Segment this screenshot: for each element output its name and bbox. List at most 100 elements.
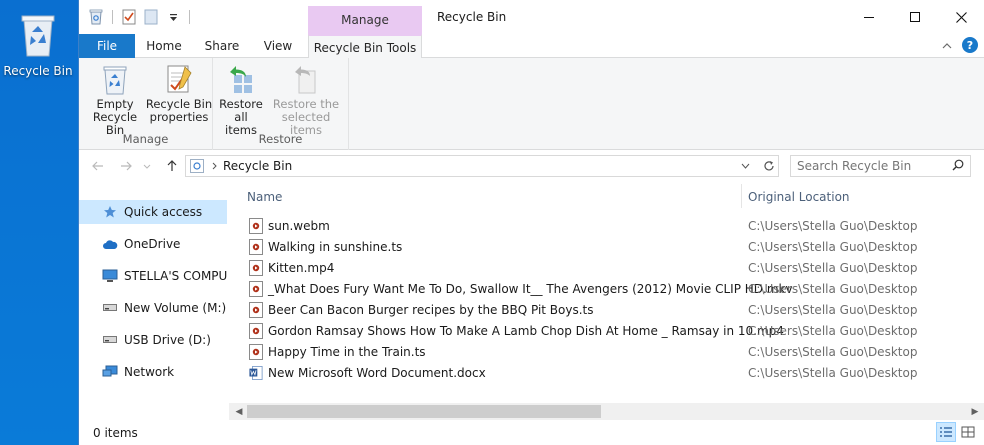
up-arrow-icon	[167, 160, 177, 171]
file-location: C:\Users\Stella Guo\Desktop	[748, 365, 918, 380]
video-file-icon	[249, 343, 263, 360]
desktop-recycle-bin[interactable]: Recycle Bin	[3, 10, 73, 78]
file-row[interactable]: Gordon Ramsay Shows How To Make A Lamb C…	[229, 320, 984, 341]
restore-selected-items-button[interactable]: Restore the selected items	[267, 62, 345, 137]
file-name: Kitten.mp4	[268, 260, 335, 275]
file-row[interactable]: Happy Time in the Train.ts C:\Users\Stel…	[229, 341, 984, 362]
column-headers: Name Original Location	[229, 182, 984, 210]
properties-check-icon[interactable]	[120, 8, 138, 26]
properties-label-2: properties	[149, 110, 209, 124]
manage-context-tab: Manage	[308, 6, 422, 34]
close-icon	[955, 11, 967, 23]
file-row[interactable]: Walking in sunshine.ts C:\Users\Stella G…	[229, 236, 984, 257]
large-icons-view-icon	[961, 426, 975, 438]
search-box[interactable]	[790, 155, 971, 177]
cloud-icon	[101, 236, 119, 252]
breadcrumb[interactable]: Recycle Bin	[223, 159, 292, 173]
file-location: C:\Users\Stella Guo\Desktop	[748, 239, 918, 254]
file-location: C:\Users\Stella Guo\Desktop	[748, 281, 918, 296]
navigation-pane: Quick access OneDrive STELLA'S COMPUTER …	[79, 182, 229, 417]
qat-dropdown-icon[interactable]	[164, 8, 182, 26]
file-row[interactable]: Kitten.mp4 C:\Users\Stella Guo\Desktop	[229, 257, 984, 278]
window-title: Recycle Bin	[437, 10, 507, 24]
recycle-bin-properties-button[interactable]: Recycle Bin properties	[145, 62, 213, 124]
ribbon: Empty Recycle Bin Recycle Bin properties…	[79, 58, 984, 150]
desktop: Recycle Bin	[0, 0, 78, 445]
up-button[interactable]	[163, 157, 181, 175]
nav-item-network[interactable]: Network	[79, 360, 227, 384]
column-header-location[interactable]: Original Location	[748, 190, 850, 204]
file-name: Walking in sunshine.ts	[268, 239, 403, 254]
nav-item-label: USB Drive (D:)	[124, 333, 211, 347]
search-input[interactable]	[797, 159, 947, 173]
item-count: 0 items	[93, 426, 138, 440]
tab-recycle-bin-tools[interactable]: Recycle Bin Tools	[308, 34, 422, 59]
maximize-button[interactable]	[892, 0, 938, 34]
file-name: _What Does Fury Want Me To Do, Swallow I…	[268, 281, 793, 296]
quick-access-toolbar	[87, 8, 193, 26]
file-name: Happy Time in the Train.ts	[268, 344, 426, 359]
new-folder-icon[interactable]	[142, 8, 160, 26]
file-name: sun.webm	[268, 218, 330, 233]
nav-item-usb-drive[interactable]: USB Drive (D:)	[79, 328, 227, 352]
scroll-left-icon[interactable]: ◀	[231, 403, 247, 420]
forward-button[interactable]	[117, 157, 135, 175]
minimize-icon	[864, 17, 874, 18]
tab-share[interactable]: Share	[195, 34, 249, 58]
tab-file[interactable]: File	[79, 34, 135, 58]
details-view-icon	[940, 427, 952, 437]
file-location: C:\Users\Stella Guo\Desktop	[748, 344, 918, 359]
location-recycle-icon	[190, 159, 204, 173]
column-header-name[interactable]: Name	[247, 190, 282, 204]
minimize-button[interactable]	[846, 0, 892, 34]
address-bar[interactable]: Recycle Bin	[185, 155, 779, 177]
nav-item-this-pc[interactable]: STELLA'S COMPUTER	[79, 264, 227, 288]
nav-item-quick-access[interactable]: Quick access	[79, 200, 227, 224]
tab-home[interactable]: Home	[137, 34, 191, 58]
file-location: C:\Users\Stella Guo\Desktop	[748, 323, 918, 338]
file-row[interactable]: Beer Can Bacon Burger recipes by the BBQ…	[229, 299, 984, 320]
drive-icon	[101, 300, 119, 316]
horizontal-scrollbar[interactable]: ◀ ▶	[229, 403, 984, 420]
collapse-ribbon-icon[interactable]	[942, 38, 952, 52]
ribbon-right-controls: ?	[942, 37, 978, 53]
back-button[interactable]	[89, 157, 107, 175]
empty-recycle-bin-button[interactable]: Empty Recycle Bin	[85, 62, 145, 137]
file-location: C:\Users\Stella Guo\Desktop	[748, 260, 918, 275]
nav-item-onedrive[interactable]: OneDrive	[79, 232, 227, 256]
details-view-button[interactable]	[936, 422, 956, 442]
restore-group-label: Restore	[258, 132, 303, 146]
status-bar: 0 items	[79, 420, 984, 445]
restore-all-items-button[interactable]: Restore all items	[217, 62, 265, 137]
video-file-icon	[249, 322, 263, 339]
file-row[interactable]: New Microsoft Word Document.docx C:\User…	[229, 362, 984, 383]
tab-view[interactable]: View	[253, 34, 303, 58]
scroll-thumb[interactable]	[247, 405, 601, 418]
search-icon[interactable]	[952, 159, 964, 174]
maximize-icon	[910, 12, 920, 22]
video-file-icon	[249, 217, 263, 234]
file-location: C:\Users\Stella Guo\Desktop	[748, 218, 918, 233]
video-file-icon	[249, 301, 263, 318]
breadcrumb-chevron-icon[interactable]	[212, 162, 217, 170]
file-row[interactable]: _What Does Fury Want Me To Do, Swallow I…	[229, 278, 984, 299]
close-button[interactable]	[938, 0, 984, 34]
address-dropdown-icon[interactable]	[741, 163, 750, 169]
computer-icon	[101, 268, 119, 284]
refresh-button[interactable]	[759, 155, 779, 177]
help-icon[interactable]: ?	[962, 37, 978, 53]
star-icon	[101, 204, 119, 220]
file-row[interactable]: sun.webm C:\Users\Stella Guo\Desktop	[229, 215, 984, 236]
large-icons-view-button[interactable]	[958, 422, 978, 442]
column-divider[interactable]	[741, 184, 742, 208]
recent-locations-button[interactable]	[141, 157, 153, 175]
nav-item-new-volume[interactable]: New Volume (M:)	[79, 296, 227, 320]
scroll-right-icon[interactable]: ▶	[967, 403, 983, 420]
ribbon-tabs: File Home Share View Recycle Bin Tools ?	[79, 34, 984, 59]
file-name: New Microsoft Word Document.docx	[268, 365, 486, 380]
file-name: Beer Can Bacon Burger recipes by the BBQ…	[268, 302, 594, 317]
video-file-icon	[249, 280, 263, 297]
restore-selected-icon	[290, 62, 322, 96]
restore-all-icon	[225, 62, 257, 96]
recycle-bin-small-icon[interactable]	[87, 8, 105, 26]
